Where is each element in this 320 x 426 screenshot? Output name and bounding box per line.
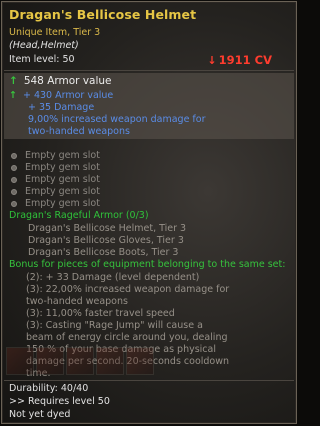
item-slot-icon [36,347,64,375]
set-item: Dragan's Bellicose Helmet, Tier 3 [28,223,187,234]
armor-value: 548 Armor value [23,75,112,87]
red-down-arrow-icon: ↓ [207,54,217,67]
armor-stat: ↑ 548 Armor value [9,75,112,88]
set-bonus-line: (3): 11,00% faster travel speed [26,308,175,319]
set-bonus-line: two-handed weapons [26,296,128,307]
gem-slot-icon [11,188,17,195]
gem-slot-icon [11,200,17,207]
item-slot-type: (Head,Helmet) [9,40,79,51]
set-bonus-line: (3): 22,00% increased weapon damage for [26,284,230,295]
gem-slot: Empty gem slot [11,198,100,210]
item-slot-icon [96,347,124,375]
set-bonus-line: beam of energy circle around you, dealin… [26,332,228,343]
weapon-damage-stat: 9,00% increased weapon damage for [28,114,206,125]
set-item: Dragan's Bellicose Boots, Tier 3 [28,247,179,258]
gem-slot-icon [11,152,17,159]
background-item-slots [4,347,294,375]
gem-slot-icon [11,176,17,183]
set-bonus-line: (2): + 33 Damage (level dependent) [26,272,200,283]
bonus-armor-value: + 430 Armor value [22,90,114,101]
required-level: >> Requires level 50 [9,396,110,407]
gem-slot: Empty gem slot [11,186,100,198]
set-bonus-line: (3): Casting "Rage Jump" will cause a [26,320,203,331]
footer-divider [4,380,294,381]
item-tooltip: Dragan's Bellicose Helmet Unique Item, T… [1,1,297,424]
combat-value: ↓ 1911 CV [207,53,272,67]
bonus-armor-stat: ↑ + 430 Armor value [9,90,113,102]
gem-slot-label: Empty gem slot [25,174,100,185]
green-up-arrow-icon: ↑ [9,90,17,101]
set-item: Dragan's Bellicose Gloves, Tier 3 [28,235,184,246]
gem-slot: Empty gem slot [11,150,100,162]
gem-slot-label: Empty gem slot [25,186,100,197]
gem-slot-label: Empty gem slot [25,150,100,161]
gem-slot: Empty gem slot [11,162,100,174]
set-bonus-header: Bonus for pieces of equipment belonging … [9,259,286,270]
item-quality: Unique Item, Tier 3 [9,27,101,38]
gem-slot-icon [11,164,17,171]
damage-stat: + 35 Damage [28,102,95,113]
dye-status: Not yet dyed [9,409,71,420]
item-slot-icon [66,347,94,375]
set-name: Dragan's Rageful Armor (0/3) [9,210,149,221]
gem-slot-label: Empty gem slot [25,198,100,209]
gem-slot-label: Empty gem slot [25,162,100,173]
weapon-damage-stat-cont: two-handed weapons [28,126,130,137]
gem-slot: Empty gem slot [11,174,100,186]
durability: Durability: 40/40 [9,383,89,394]
item-level: Item level: 50 [9,54,75,65]
green-up-arrow-icon: ↑ [9,75,18,87]
item-slot-icon [126,347,154,375]
item-slot-icon [6,347,34,375]
header-divider [4,70,294,71]
item-name: Dragan's Bellicose Helmet [9,7,197,22]
cv-value: 1911 CV [218,53,272,67]
